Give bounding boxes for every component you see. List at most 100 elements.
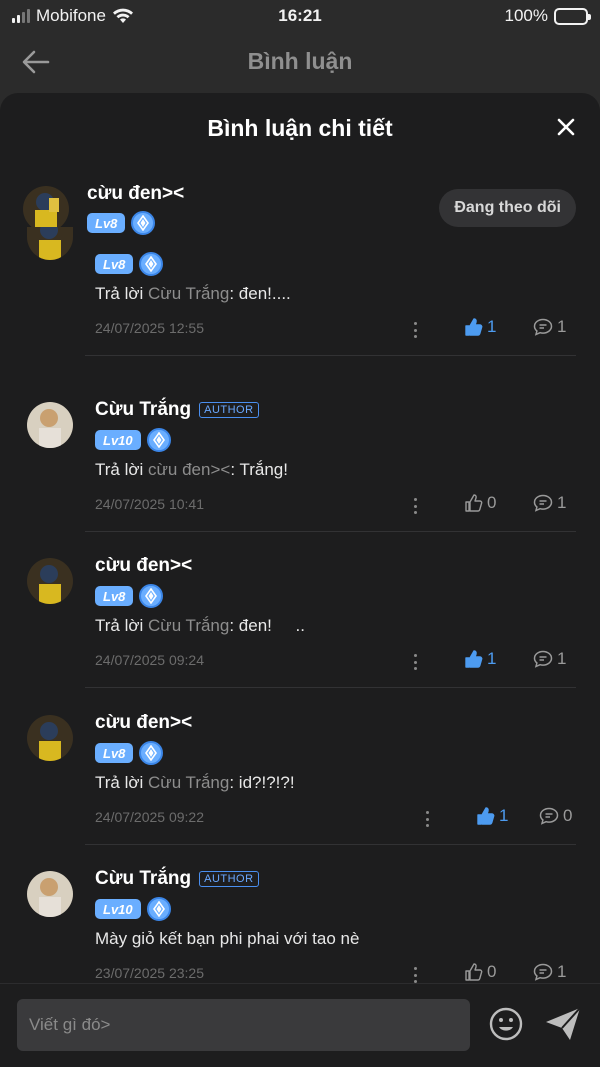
- like-count: 1: [499, 806, 509, 825]
- back-arrow-icon: [22, 50, 50, 74]
- more-vertical-icon[interactable]: [424, 811, 430, 827]
- level-badge: Lv8: [95, 254, 134, 274]
- reply-count-button[interactable]: 1: [533, 649, 566, 669]
- level-badges: Lv10: [95, 428, 171, 452]
- comment-timestamp: 24/07/2025 09:24: [95, 652, 204, 668]
- comment-timestamp: 24/07/2025 10:41: [95, 496, 204, 512]
- diamond-badge-icon: [146, 428, 171, 452]
- diamond-badge-icon: [139, 584, 164, 608]
- reply-item: cừu đen>< Lv8 Trả lời Cừu Trắng: id?!?!?…: [0, 712, 600, 872]
- more-vertical-icon[interactable]: [412, 654, 418, 670]
- comment-timestamp: 23/07/2025 23:25: [95, 965, 204, 981]
- comment-count: 1: [557, 962, 567, 981]
- send-button[interactable]: [544, 1006, 582, 1042]
- author-badge: AUTHOR: [199, 402, 259, 418]
- comment-text: Trả lời Cừu Trắng: id?!?!?!: [95, 773, 295, 792]
- reply-count-button[interactable]: 0: [539, 806, 572, 826]
- avatar[interactable]: [23, 186, 69, 232]
- close-button[interactable]: [554, 115, 578, 139]
- reply-item: Lv8 Trả lời Cừu Trắng: đen!.... 24/07/20…: [0, 227, 600, 400]
- comment-detail-sheet: Bình luận chi tiết cừu đen>< Lv8 Đang th…: [0, 93, 600, 1067]
- comment-text: Trả lời Cừu Trắng: đen!....: [95, 284, 291, 303]
- comment-author-name[interactable]: Cừu Trắng AUTHOR: [95, 868, 259, 890]
- thumbs-up-icon: [477, 807, 495, 825]
- comment-icon: [533, 494, 553, 512]
- like-count: 1: [487, 317, 497, 336]
- carrier-label: Mobifone: [36, 6, 106, 25]
- like-count: 1: [487, 649, 497, 668]
- close-icon: [557, 118, 575, 136]
- back-button[interactable]: [20, 46, 52, 78]
- level-badges: Lv8: [95, 741, 164, 765]
- reply-mention[interactable]: Cừu Trắng: [148, 284, 229, 303]
- comment-input[interactable]: [29, 1015, 458, 1035]
- thumbs-up-icon: [465, 318, 483, 336]
- status-bar: Mobifone 16:21 100%: [0, 0, 600, 32]
- reply-count-button[interactable]: 1: [533, 317, 566, 337]
- comment-icon: [533, 963, 553, 981]
- level-badge: Lv8: [87, 213, 126, 233]
- reply-item: Cừu Trắng AUTHOR Lv10 Trả lời cừu đen><: …: [0, 399, 600, 559]
- thumbs-up-icon: [465, 494, 483, 512]
- avatar[interactable]: [27, 558, 73, 604]
- thumbs-up-icon: [465, 650, 483, 668]
- send-icon: [546, 1007, 581, 1040]
- like-count: 0: [487, 962, 497, 981]
- level-badge: Lv8: [95, 586, 134, 606]
- like-button[interactable]: 0: [465, 962, 496, 982]
- comment-count: 1: [557, 493, 567, 512]
- like-button[interactable]: 1: [465, 317, 496, 337]
- divider: [85, 531, 576, 532]
- reply-count-button[interactable]: 1: [533, 962, 566, 982]
- comment-author-name[interactable]: cừu đen><: [95, 555, 192, 577]
- comment-timestamp: 24/07/2025 12:55: [95, 320, 204, 336]
- level-badge: Lv8: [95, 743, 134, 763]
- like-button[interactable]: 1: [465, 649, 496, 669]
- level-badge: Lv10: [95, 430, 141, 450]
- like-button[interactable]: 0: [465, 493, 496, 513]
- status-left: Mobifone: [12, 6, 134, 26]
- wifi-icon: [112, 8, 133, 23]
- comment-count: 1: [557, 649, 567, 668]
- sheet-header: Bình luận chi tiết: [0, 93, 600, 163]
- divider: [85, 844, 576, 845]
- diamond-badge-icon: [131, 211, 156, 235]
- reply-count-button[interactable]: 1: [533, 493, 566, 513]
- comment-text: Trả lời Cừu Trắng: đen! ..: [95, 616, 305, 635]
- more-vertical-icon[interactable]: [412, 967, 418, 983]
- comment-icon: [533, 318, 553, 336]
- diamond-badge-icon: [146, 897, 171, 921]
- like-count: 0: [487, 493, 497, 512]
- avatar[interactable]: [27, 871, 73, 917]
- reply-mention[interactable]: Cừu Trắng: [148, 773, 229, 792]
- emoji-button[interactable]: [488, 1006, 524, 1042]
- comment-author-name[interactable]: cừu đen><: [95, 712, 192, 734]
- reply-mention[interactable]: Cừu Trắng: [148, 616, 229, 635]
- reply-item: cừu đen>< Lv8 Trả lời Cừu Trắng: đen! ..…: [0, 555, 600, 715]
- comment-author-name[interactable]: Cừu Trắng AUTHOR: [95, 399, 259, 421]
- following-button[interactable]: Đang theo dõi: [439, 189, 576, 227]
- diamond-badge-icon: [139, 741, 164, 765]
- avatar[interactable]: [27, 715, 73, 761]
- topbar: Bình luận: [0, 36, 600, 86]
- avatar[interactable]: [27, 227, 73, 260]
- like-button[interactable]: 1: [477, 806, 508, 826]
- page-title: Bình luận: [247, 47, 353, 74]
- status-right: 100%: [505, 6, 591, 26]
- comment-input-box[interactable]: [17, 999, 470, 1051]
- parent-comment: cừu đen>< Lv8 Đang theo dõi: [0, 181, 600, 241]
- comment-author-name[interactable]: cừu đen><: [87, 183, 184, 205]
- avatar[interactable]: [27, 402, 73, 448]
- comment-count: 0: [563, 806, 573, 825]
- level-badge: Lv10: [95, 899, 141, 919]
- level-badges: Lv8: [95, 252, 164, 276]
- divider: [85, 687, 576, 688]
- comment-icon: [533, 650, 553, 668]
- comment-count: 1: [557, 317, 567, 336]
- comment-timestamp: 24/07/2025 09:22: [95, 809, 204, 825]
- more-vertical-icon[interactable]: [412, 498, 418, 514]
- level-badges: Lv8: [95, 584, 164, 608]
- emoji-icon: [489, 1007, 523, 1041]
- more-vertical-icon[interactable]: [412, 322, 418, 338]
- reply-mention[interactable]: cừu đen><: [148, 460, 230, 479]
